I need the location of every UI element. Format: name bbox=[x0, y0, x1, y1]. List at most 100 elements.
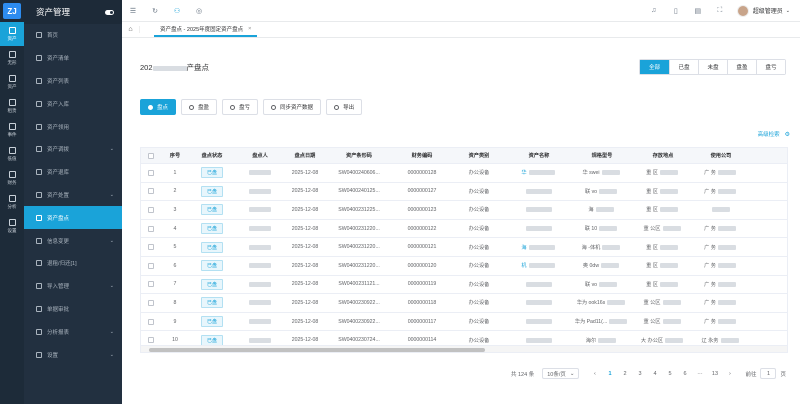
next-page-button[interactable]: › bbox=[722, 371, 737, 377]
column-header[interactable] bbox=[141, 148, 161, 163]
close-icon[interactable]: × bbox=[248, 26, 251, 32]
table-row[interactable]: 6 已盘 2025-12-08 SW0400231220... 0000000120 办公… bbox=[141, 257, 787, 276]
page-number-3[interactable]: 4 bbox=[647, 371, 662, 377]
document-icon[interactable]: ▤ bbox=[687, 7, 709, 15]
total-count: 共 124 条 bbox=[510, 371, 535, 378]
rail-item-8[interactable]: 设置 bbox=[0, 214, 24, 238]
page-number-6[interactable]: ··· bbox=[692, 371, 707, 377]
cell-spec: 奥 0dw bbox=[571, 257, 633, 275]
scrollbar-thumb[interactable] bbox=[149, 347, 485, 352]
filter-0[interactable]: 全部 bbox=[640, 60, 669, 74]
sidebar-item-5[interactable]: 资产调拨 ⌄ bbox=[24, 138, 122, 161]
table-row[interactable]: 7 已盘 2025-12-08 SW0400231121... 0000000119 办公… bbox=[141, 276, 787, 295]
table-row[interactable]: 4 已盘 2025-12-08 SW0400231220... 0000000122 办公… bbox=[141, 220, 787, 239]
filter-1[interactable]: 已盘 bbox=[669, 60, 698, 74]
page-number-1[interactable]: 2 bbox=[617, 371, 632, 377]
rail-item-2[interactable]: 资产 bbox=[0, 70, 24, 94]
action-button-0[interactable]: 盘点 bbox=[140, 99, 177, 115]
sidebar-item-8[interactable]: 资产盘点 bbox=[24, 206, 122, 230]
row-checkbox[interactable] bbox=[148, 244, 154, 251]
select-all-checkbox[interactable] bbox=[148, 152, 154, 159]
rail-item-6[interactable]: 财务 bbox=[0, 166, 24, 190]
rail-item-7[interactable]: 分析 bbox=[0, 190, 24, 214]
refresh-icon[interactable]: ↻ bbox=[144, 7, 166, 15]
rail-item-0[interactable]: 资产 bbox=[0, 22, 24, 46]
page-number-2[interactable]: 3 bbox=[632, 371, 647, 377]
goto-page-input[interactable]: 1 bbox=[760, 368, 777, 379]
sidebar-item-13[interactable]: 分析报表 ⌄ bbox=[24, 320, 122, 343]
sidebar-item-7[interactable]: 资产处置 ⌄ bbox=[24, 184, 122, 207]
sidebar-toggle[interactable] bbox=[105, 9, 114, 15]
sidebar-item-6[interactable]: 资产退库 bbox=[24, 161, 122, 184]
tab-inventory[interactable]: 资产盘点 - 2025年度固定资产盘点 × bbox=[154, 23, 258, 37]
filter-2[interactable]: 未盘 bbox=[698, 60, 727, 74]
row-checkbox[interactable] bbox=[148, 262, 154, 269]
row-checkbox[interactable] bbox=[148, 318, 154, 325]
sidebar-item-14[interactable]: 设置 ⌄ bbox=[24, 343, 122, 366]
action-button-2[interactable]: 盘亏 bbox=[222, 99, 259, 115]
filter-3[interactable]: 盘盈 bbox=[727, 60, 756, 74]
phone-icon[interactable]: ▯ bbox=[665, 7, 687, 15]
sidebar-item-0[interactable]: 首页 bbox=[24, 24, 122, 47]
cell-text: 0000000127 bbox=[407, 188, 437, 195]
row-checkbox[interactable] bbox=[148, 188, 154, 195]
sidebar-item-4[interactable]: 资产领用 bbox=[24, 115, 122, 138]
table-row[interactable]: 5 已盘 2025-12-08 SW0400231220... 0000000121 办公… bbox=[141, 238, 787, 257]
location-icon[interactable]: ◎ bbox=[188, 7, 210, 15]
table-row[interactable]: 2 已盘 2025-12-08 SW0400240125... 0000000127 办公… bbox=[141, 183, 787, 202]
redacted-block bbox=[526, 337, 552, 343]
sidebar-item-3[interactable]: 资产入库 bbox=[24, 92, 122, 115]
rail-item-5[interactable]: 低值 bbox=[0, 142, 24, 166]
action-button-1[interactable]: 盘盈 bbox=[181, 99, 218, 115]
page-number-0[interactable]: 1 bbox=[602, 371, 617, 377]
page-number-5[interactable]: 6 bbox=[677, 371, 692, 377]
prev-page-button[interactable]: ‹ bbox=[587, 371, 602, 377]
redacted-block bbox=[528, 170, 555, 176]
action-button-4[interactable]: 导出 bbox=[326, 99, 363, 115]
sidebar-item-2[interactable]: 资产列表 bbox=[24, 70, 122, 93]
column-header: 盘点人 bbox=[252, 153, 268, 159]
rail-item-1[interactable]: 无形 bbox=[0, 46, 24, 70]
app-title: 资产管理 bbox=[36, 7, 71, 17]
menu-icon[interactable]: ☰ bbox=[122, 7, 144, 15]
sidebar-item-11[interactable]: 导入管理 ⌄ bbox=[24, 275, 122, 298]
page-number-4[interactable]: 5 bbox=[662, 371, 677, 377]
page-number-7[interactable]: 13 bbox=[707, 371, 722, 377]
sidebar-item-10[interactable]: 退租/归还[1] bbox=[24, 252, 122, 275]
home-icon[interactable]: ⌂ bbox=[122, 26, 140, 33]
row-checkbox[interactable] bbox=[148, 225, 154, 232]
advanced-search-link[interactable]: 高级检索 bbox=[758, 130, 780, 138]
row-checkbox[interactable] bbox=[148, 299, 154, 306]
row-checkbox[interactable] bbox=[148, 206, 154, 213]
filter-4[interactable]: 盘亏 bbox=[756, 60, 785, 74]
cell-text: 联 10 bbox=[584, 226, 598, 233]
action-button-3[interactable]: 同步资产数据 bbox=[263, 99, 322, 115]
cell-name bbox=[507, 220, 571, 238]
bell-icon[interactable]: ♫ bbox=[643, 7, 665, 14]
row-checkbox[interactable] bbox=[148, 281, 154, 288]
table-row[interactable]: 9 已盘 2025-12-08 SW0400230922... 0000000117 办公… bbox=[141, 313, 787, 332]
cell-name: 机 bbox=[507, 257, 571, 275]
gear-icon[interactable]: ⚙ bbox=[785, 131, 790, 138]
table-row[interactable]: 3 已盘 2025-12-08 SW0400231225... 0000000123 办公… bbox=[141, 201, 787, 220]
cell-spec: 联 vo bbox=[571, 183, 633, 201]
page-size-select[interactable]: 10条/页 ⌄ bbox=[542, 368, 580, 379]
row-checkbox[interactable] bbox=[148, 169, 154, 176]
sidebar-item-1[interactable]: 资产清单 bbox=[24, 47, 122, 70]
row-checkbox[interactable] bbox=[148, 337, 154, 344]
sitemap-icon[interactable]: ⚇ bbox=[166, 7, 188, 15]
cell-no: 7 bbox=[161, 276, 189, 294]
cell-loc: 重 区 bbox=[633, 164, 693, 182]
rail-item-4[interactable]: 事件 bbox=[0, 118, 24, 142]
advanced-search[interactable]: 高级检索 ⚙ bbox=[758, 130, 790, 139]
user-menu[interactable]: 超级管理员 ⌄ bbox=[736, 4, 790, 17]
sidebar-item-12[interactable]: 单据审批 bbox=[24, 298, 122, 321]
table-row[interactable]: 1 已盘 2025-12-08 SW0400240606... 0000000128 办公… bbox=[141, 164, 787, 183]
page-title: 202 产盘点 bbox=[140, 63, 210, 72]
cell-person bbox=[235, 276, 285, 294]
horizontal-scrollbar[interactable] bbox=[141, 345, 787, 352]
fullscreen-icon[interactable]: ⛶ bbox=[709, 7, 731, 15]
table-row[interactable]: 8 已盘 2025-12-08 SW0400230922... 0000000118 办公… bbox=[141, 294, 787, 313]
sidebar-item-9[interactable]: 信息变更 ⌄ bbox=[24, 229, 122, 252]
rail-item-3[interactable]: 租赁 bbox=[0, 94, 24, 118]
